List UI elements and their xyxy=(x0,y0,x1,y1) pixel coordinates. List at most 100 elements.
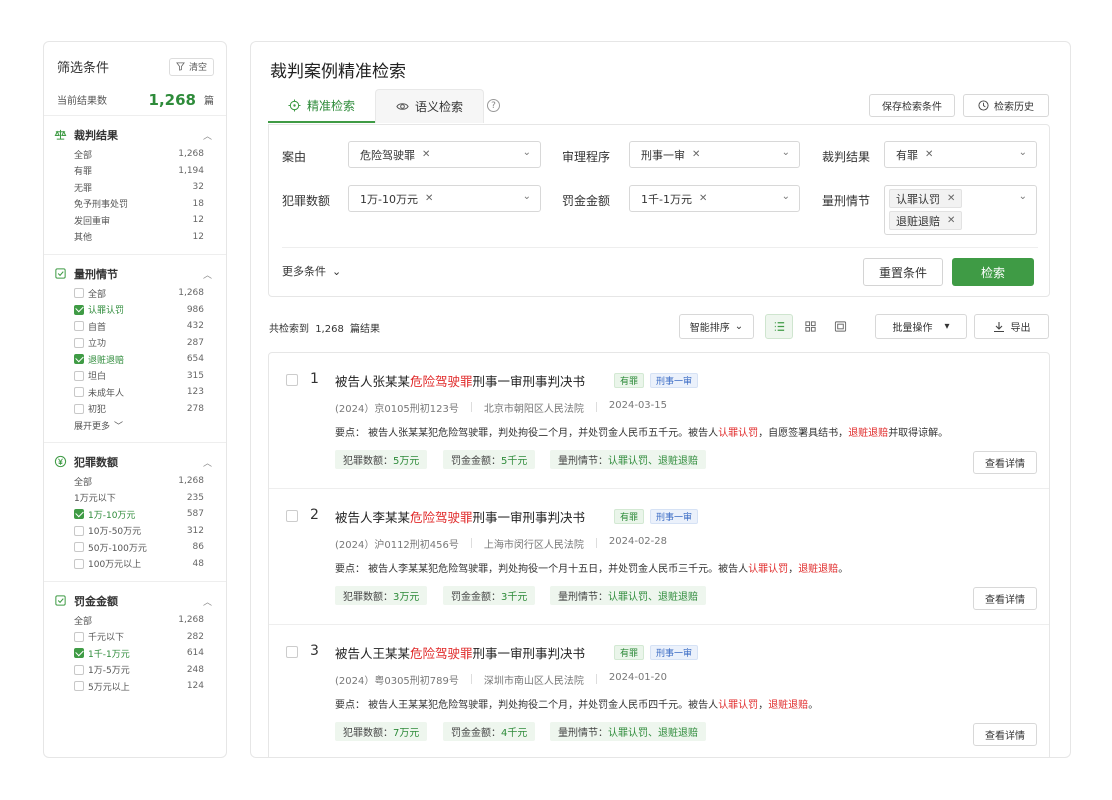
case-title[interactable]: 被告人张某某危险驾驶罪刑事一审刑事判决书 xyxy=(335,371,585,390)
checkbox[interactable] xyxy=(74,681,84,692)
help-icon[interactable]: ? xyxy=(487,99,500,112)
filter-option[interactable]: 有罪 1,194 xyxy=(44,163,226,180)
option-count: 18 xyxy=(192,198,204,209)
select-checkbox[interactable] xyxy=(286,374,298,386)
filter-option[interactable]: 立功 287 xyxy=(44,335,226,352)
remove-tag-icon[interactable]: ✕ xyxy=(692,149,700,160)
checkbox-checked[interactable] xyxy=(74,648,84,659)
filter-option[interactable]: 千元以下 282 xyxy=(44,629,226,646)
filter-option[interactable]: 免予刑事处罚 18 xyxy=(44,196,226,213)
filter-option[interactable]: 未成年人 123 xyxy=(44,384,226,401)
checkbox[interactable] xyxy=(74,387,84,398)
checkbox[interactable] xyxy=(74,370,84,381)
filter-option[interactable]: 50万-100万元 86 xyxy=(44,539,226,556)
remove-tag-icon[interactable]: ✕ xyxy=(947,193,955,204)
tab-semantic-search[interactable]: 语义检索 xyxy=(375,89,485,123)
chevron-up-icon[interactable]: ︿ xyxy=(203,268,212,281)
chevron-up-icon[interactable]: ︿ xyxy=(203,456,212,469)
checkbox-checked[interactable] xyxy=(74,354,84,365)
checkbox[interactable] xyxy=(74,664,84,675)
court-name: 深圳市南山区人民法院 xyxy=(483,676,584,687)
view-detail-button[interactable]: 查看详情 xyxy=(973,587,1037,610)
filter-option[interactable]: 1万-5万元 248 xyxy=(44,662,226,679)
clock-icon xyxy=(978,100,989,111)
checkbox[interactable] xyxy=(74,525,84,536)
batch-actions-select[interactable]: 批量操作 ▾ xyxy=(875,314,967,339)
filter-option[interactable]: 退赃退赔 654 xyxy=(44,351,226,368)
filter-option[interactable]: 100万元以上 48 xyxy=(44,556,226,573)
chevron-up-icon[interactable]: ︿ xyxy=(203,595,212,608)
filter-option[interactable]: 10万-50万元 312 xyxy=(44,523,226,540)
remove-tag-icon[interactable]: ✕ xyxy=(925,149,933,160)
filter-option[interactable]: 全部 1,268 xyxy=(44,285,226,302)
filter-option[interactable]: 全部 1,268 xyxy=(44,473,226,490)
section-header-verdict[interactable]: 裁判结果 ︿ xyxy=(44,124,226,146)
section-header-crime-amount[interactable]: 犯罪数额 ︿ xyxy=(44,451,226,473)
checkbox-checked[interactable] xyxy=(74,304,84,315)
expand-more-link[interactable]: 展开更多 ﹀ xyxy=(44,417,226,433)
view-detail-button[interactable]: 查看详情 xyxy=(973,451,1037,474)
select-checkbox[interactable] xyxy=(286,510,298,522)
remove-tag-icon[interactable]: ✕ xyxy=(422,149,430,160)
tab-precise-search[interactable]: 精准检索 xyxy=(268,89,376,123)
section-header-fine-amount[interactable]: 罚金金额 ︿ xyxy=(44,590,226,612)
compact-view-button[interactable] xyxy=(826,314,854,339)
reset-button[interactable]: 重置条件 xyxy=(863,258,943,286)
option-label: 坦白 xyxy=(88,372,107,383)
filter-option[interactable]: 全部 1,268 xyxy=(44,146,226,163)
checkbox[interactable] xyxy=(74,631,84,642)
filter-option[interactable]: 其他 12 xyxy=(44,229,226,246)
cause-select[interactable]: 危险驾驶罪 ✕ ⌄ xyxy=(348,141,541,168)
remove-tag-icon[interactable]: ✕ xyxy=(425,193,433,204)
search-button[interactable]: 检索 xyxy=(952,258,1034,286)
checkbox[interactable] xyxy=(74,288,84,299)
filter-option[interactable]: 1万-10万元 587 xyxy=(44,506,226,523)
option-label: 认罪认罚 xyxy=(88,306,125,317)
select-checkbox[interactable] xyxy=(286,646,298,658)
case-title[interactable]: 被告人李某某危险驾驶罪刑事一审刑事判决书 xyxy=(335,507,585,526)
filter-option[interactable]: 认罪认罚 986 xyxy=(44,302,226,319)
chevron-down-icon: ⌄ xyxy=(734,321,744,332)
fine-select[interactable]: 1千-1万元 ✕ ⌄ xyxy=(629,185,800,212)
procedure-label: 审理程序 xyxy=(562,150,611,164)
checkbox-checked[interactable] xyxy=(74,509,84,520)
remove-tag-icon[interactable]: ✕ xyxy=(699,193,707,204)
case-title[interactable]: 被告人王某某危险驾驶罪刑事一审刑事判决书 xyxy=(335,643,585,662)
checkbox[interactable] xyxy=(74,403,84,414)
chevron-up-icon[interactable]: ︿ xyxy=(203,129,212,142)
filter-option[interactable]: 1千-1万元 614 xyxy=(44,645,226,662)
remove-tag-icon[interactable]: ✕ xyxy=(947,215,955,226)
result-select[interactable]: 有罪 ✕ ⌄ xyxy=(884,141,1037,168)
filter-option[interactable]: 发回重审 12 xyxy=(44,212,226,229)
checkbox[interactable] xyxy=(74,321,84,332)
view-detail-button[interactable]: 查看详情 xyxy=(973,723,1037,746)
meta-separator xyxy=(595,538,597,548)
checkbox[interactable] xyxy=(74,558,84,569)
option-count: 86 xyxy=(192,542,204,553)
checkbox[interactable] xyxy=(74,337,84,348)
amount-select[interactable]: 1万-10万元 ✕ ⌄ xyxy=(348,185,541,212)
procedure-select[interactable]: 刑事一审 ✕ ⌄ xyxy=(629,141,800,168)
checkbox[interactable] xyxy=(74,542,84,553)
filter-option[interactable]: 自首 432 xyxy=(44,318,226,335)
clear-filters-button[interactable]: 清空 xyxy=(168,57,214,76)
main-panel: 裁判案例精准检索 精准检索 语义检索 ? 保存检索条件 检索历史 案由 危险驾驶… xyxy=(250,41,1071,758)
filter-option[interactable]: 全部 1,268 xyxy=(44,612,226,629)
filter-option[interactable]: 无罪 32 xyxy=(44,179,226,196)
search-history-button[interactable]: 检索历史 xyxy=(963,94,1049,117)
filter-option[interactable]: 坦白 315 xyxy=(44,368,226,385)
section-sentencing: 量刑情节 ︿ 全部 1,268 认罪认罚 986 自首 432 立功 287 退赃退赔 6… xyxy=(44,255,226,443)
abstract-text: ， xyxy=(758,700,769,711)
list-view-button[interactable] xyxy=(765,314,793,339)
export-button[interactable]: 导出 xyxy=(974,314,1049,339)
circumstance-select[interactable]: 认罪认罚 ✕ 退赃退赔 ✕ ⌄ xyxy=(884,185,1037,235)
more-conditions-toggle[interactable]: 更多条件 ⌄ xyxy=(282,263,341,279)
filter-option[interactable]: 初犯 278 xyxy=(44,401,226,418)
yen-icon xyxy=(54,455,68,469)
grid-view-button[interactable] xyxy=(796,314,824,339)
filter-option[interactable]: 5万元以上 124 xyxy=(44,678,226,695)
filter-option[interactable]: 1万元以下 235 xyxy=(44,490,226,507)
sort-select[interactable]: 智能排序 ⌄ xyxy=(679,314,754,339)
section-header-sentencing[interactable]: 量刑情节 ︿ xyxy=(44,263,226,285)
save-conditions-button[interactable]: 保存检索条件 xyxy=(869,94,955,117)
